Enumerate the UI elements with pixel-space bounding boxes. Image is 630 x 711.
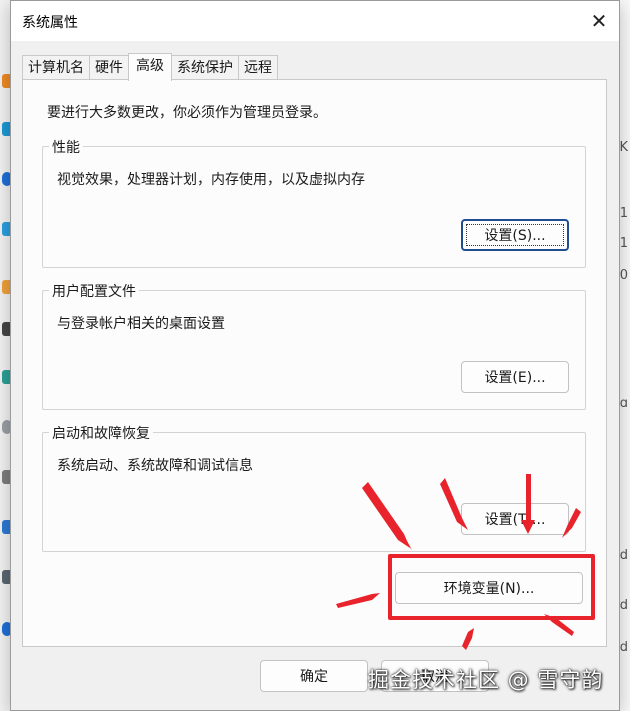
performance-group: 性能 视觉效果，处理器计划，内存使用，以及虚拟内存 设置(S)... — [42, 137, 586, 268]
background-text: d — [619, 640, 628, 655]
background-text: ɑ — [619, 396, 628, 411]
startup-recovery-settings-button[interactable]: 设置(T)... — [461, 503, 569, 535]
tab-hardware[interactable]: 硬件 — [89, 55, 129, 80]
user-profiles-description: 与登录帐户相关的桌面设置 — [57, 316, 225, 332]
tab-bar: 计算机名 硬件 高级 系统保护 远程 — [22, 53, 278, 81]
performance-settings-button[interactable]: 设置(S)... — [461, 219, 569, 251]
user-profiles-settings-button[interactable]: 设置(E)... — [461, 361, 569, 393]
close-button[interactable]: ✕ — [585, 7, 613, 35]
startup-recovery-description: 系统启动、系统故障和调试信息 — [57, 458, 253, 474]
environment-variables-button[interactable]: 环境变量(N)... — [395, 572, 583, 604]
admin-note: 要进行大多数更改，你必须作为管理员登录。 — [47, 105, 327, 121]
background-text: 1 — [619, 206, 628, 221]
system-properties-dialog: 系统属性 ✕ 计算机名 硬件 高级 系统保护 远程 要进行大多数更改，你必须作为… — [10, 0, 620, 711]
startup-recovery-label: 启动和故障恢复 — [49, 423, 153, 443]
tab-advanced[interactable]: 高级 — [128, 53, 172, 81]
background-text: d — [619, 598, 628, 613]
tab-remote[interactable]: 远程 — [238, 55, 278, 80]
background-text: 0 — [619, 268, 628, 283]
performance-label: 性能 — [49, 137, 83, 157]
performance-description: 视觉效果，处理器计划，内存使用，以及虚拟内存 — [57, 172, 365, 188]
background-text: 1 — [619, 236, 628, 251]
tab-computer-name[interactable]: 计算机名 — [22, 55, 90, 80]
title-bar[interactable]: 系统属性 ✕ — [11, 1, 619, 41]
tab-system-protection[interactable]: 系统保护 — [171, 55, 239, 80]
ok-button[interactable]: 确定 — [260, 660, 368, 692]
dialog-title: 系统属性 — [22, 15, 78, 31]
background-text: K — [619, 140, 628, 155]
watermark: 掘金技术社区 @ 雪守韵 — [368, 668, 604, 692]
close-icon: ✕ — [590, 9, 608, 33]
background-text: d — [619, 548, 628, 563]
advanced-tab-panel: 要进行大多数更改，你必须作为管理员登录。 性能 视觉效果，处理器计划，内存使用，… — [22, 79, 607, 647]
user-profiles-group: 用户配置文件 与登录帐户相关的桌面设置 设置(E)... — [42, 281, 586, 410]
user-profiles-label: 用户配置文件 — [49, 281, 139, 301]
startup-recovery-group: 启动和故障恢复 系统启动、系统故障和调试信息 设置(T)... — [42, 423, 586, 552]
